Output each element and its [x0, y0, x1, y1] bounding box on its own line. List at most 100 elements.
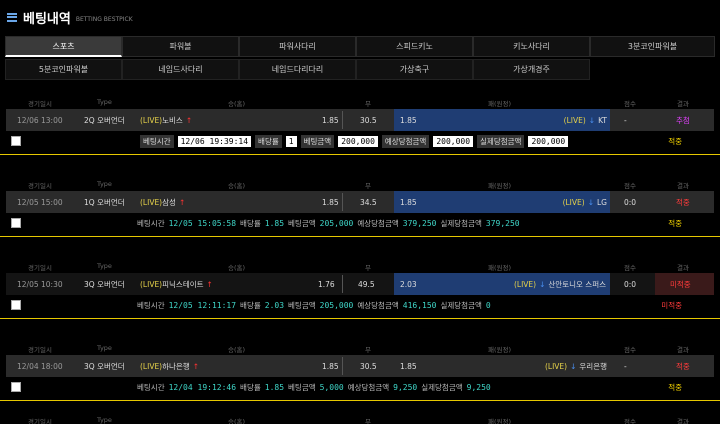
tab-power-ladder[interactable]: 파워사다리 — [239, 36, 356, 57]
bet-type: 1Q 오버언더 — [84, 197, 125, 207]
bet-type: 3Q 오버언더 — [84, 361, 125, 371]
bet-time-label: 베팅시간 — [137, 383, 165, 392]
bet-entry: 경기일시 Type 승(홈) 무 패(원정) 점수 결과 12/04 18:00… — [0, 341, 720, 398]
score: - — [624, 115, 627, 125]
status-badge: 적중 — [668, 219, 682, 228]
expected-label: 예상당첨금액 — [381, 135, 430, 148]
tab-speed-keno[interactable]: 스피드키노 — [356, 36, 473, 57]
up-arrow-icon: ↑ — [185, 115, 193, 125]
home-odds: 1.85 — [322, 115, 339, 125]
bet-row: 12/05 15:00 1Q 오버언더 (LIVE) 삼성 ↑ 1.85 34.… — [0, 191, 720, 213]
away-team: LG — [597, 197, 607, 207]
col-type: Type — [97, 98, 112, 106]
col-home: 승(홈) — [228, 182, 246, 190]
tab-keno-ladder[interactable]: 키노사다리 — [473, 36, 590, 57]
col-score: 점수 — [624, 346, 636, 354]
col-draw: 무 — [365, 100, 371, 108]
away-pick[interactable]: (LIVE) ↓ KT — [564, 109, 607, 131]
bet-detail-row: 베팅시간 12/05 15:05:58 배당률 1.85 베팅금액 205,00… — [0, 213, 720, 234]
down-arrow-icon: ↓ — [570, 361, 577, 371]
amount-value: 5,000 — [319, 383, 344, 392]
home-pick[interactable]: (LIVE) 삼성 ↑ — [140, 191, 185, 213]
away-odds: 1.85 — [400, 197, 417, 207]
bet-time: 12/05 12:11:17 — [168, 301, 237, 310]
tab-3min-coin-powerball[interactable]: 3분코인파워볼 — [590, 36, 715, 57]
odds-value: 1 — [285, 136, 297, 147]
actual-label: 실제당첨금액 — [440, 301, 482, 310]
expected-value: 416,150 — [402, 301, 437, 310]
amount-value: 200,000 — [338, 136, 378, 147]
tab-sports[interactable]: 스포츠 — [5, 36, 122, 57]
bet-time: 12/06 19:39:14 — [177, 136, 252, 147]
home-odds: 1.85 — [322, 361, 339, 371]
actual-label: 실제당첨금액 — [440, 219, 482, 228]
tab-named-dari[interactable]: 네임드다리다리 — [239, 59, 356, 80]
menu-icon[interactable] — [7, 12, 17, 22]
away-pick[interactable]: (LIVE) ↓ 산안토니오 스퍼스 — [514, 273, 606, 295]
amount-label: 베팅금액 — [288, 383, 316, 392]
home-pick[interactable]: (LIVE) 피닉스테이트 ↑ — [140, 273, 213, 295]
match-time: 12/06 13:00 — [17, 115, 63, 125]
actual-label: 실제당첨금액 — [421, 383, 463, 392]
expected-value: 9,250 — [393, 383, 418, 392]
tab-virtual-soccer[interactable]: 가상축구 — [356, 59, 473, 80]
bet-column-header: 경기일시 Type 승(홈) 무 패(원정) 점수 결과 — [0, 341, 720, 355]
col-type: Type — [97, 344, 112, 352]
match-time: 12/05 15:00 — [17, 197, 63, 207]
status-badge: 미적중 — [661, 301, 682, 310]
bet-select-checkbox[interactable] — [11, 382, 21, 392]
match-time: 12/04 18:00 — [17, 361, 63, 371]
tab-5min-coin-powerball[interactable]: 5분코인파워볼 — [5, 59, 122, 80]
down-arrow-icon: ↓ — [539, 279, 546, 289]
col-time: 경기일시 — [28, 100, 52, 108]
tab-named-ladder[interactable]: 네임드사다리 — [122, 59, 239, 80]
tab-virtual-dog-race[interactable]: 가상개경주 — [473, 59, 590, 80]
divider — [0, 154, 720, 155]
home-live-tag: (LIVE) — [140, 361, 163, 371]
odds-label: 배당률 — [240, 301, 261, 310]
home-odds: 1.76 — [318, 279, 335, 289]
col-time: 경기일시 — [28, 182, 52, 190]
bet-column-header: 경기일시 Type 승(홈) 무 패(원정) 점수 결과 — [0, 413, 720, 424]
game-tabs: 스포츠 파워볼 파워사다리 스피드키노 키노사다리 3분코인파워볼 5분코인파워… — [5, 36, 715, 84]
bet-select-checkbox[interactable] — [11, 218, 21, 228]
actual-value: 200,000 — [528, 136, 569, 147]
odds-label: 배당률 — [240, 383, 261, 392]
away-team: 산안토니오 스퍼스 — [548, 279, 606, 289]
bet-select-checkbox[interactable] — [11, 300, 21, 310]
draw-value: 34.5 — [360, 197, 377, 207]
bet-type: 3Q 오버언더 — [84, 279, 125, 289]
home-team: 노비스 — [162, 115, 183, 125]
amount-value: 205,000 — [319, 219, 354, 228]
home-pick[interactable]: (LIVE) 노비스 ↑ — [140, 109, 192, 131]
home-pick[interactable]: (LIVE) 하나은행 ↑ — [140, 355, 199, 377]
col-draw: 무 — [365, 346, 371, 354]
col-score: 점수 — [624, 264, 636, 272]
col-result: 결과 — [677, 182, 689, 190]
col-home: 승(홈) — [228, 346, 246, 354]
col-draw: 무 — [365, 264, 371, 272]
draw-value: 30.5 — [360, 361, 377, 371]
score: 0:0 — [624, 279, 637, 289]
home-team: 하나은행 — [162, 361, 190, 371]
bet-detail-row: 베팅시간 12/04 19:12:46 배당률 1.85 베팅금액 5,000 … — [0, 377, 720, 398]
bet-entry-partial: 경기일시 Type 승(홈) 무 패(원정) 점수 결과 — [0, 413, 720, 424]
bet-select-checkbox[interactable] — [11, 136, 21, 146]
away-pick[interactable]: (LIVE) ↓ LG — [563, 191, 607, 213]
away-pick[interactable]: (LIVE) ↓ 우리은행 — [545, 355, 607, 377]
page-header: 베팅내역 BETTING BESTPICK — [0, 0, 720, 34]
amount-value: 205,000 — [319, 301, 354, 310]
col-time: 경기일시 — [28, 418, 52, 424]
col-away: 패(원정) — [488, 182, 512, 190]
up-arrow-icon: ↑ — [192, 361, 200, 371]
tab-powerball[interactable]: 파워볼 — [122, 36, 239, 57]
bet-time: 12/05 15:05:58 — [168, 219, 237, 228]
up-arrow-icon: ↑ — [178, 197, 186, 207]
expected-value: 379,250 — [402, 219, 437, 228]
expected-label: 예상당첨금액 — [347, 383, 390, 392]
col-away: 패(원정) — [488, 100, 512, 108]
away-team: KT — [598, 115, 607, 125]
score: 0:0 — [624, 197, 637, 207]
odds-label: 배당률 — [240, 219, 261, 228]
home-team: 삼성 — [162, 197, 176, 207]
